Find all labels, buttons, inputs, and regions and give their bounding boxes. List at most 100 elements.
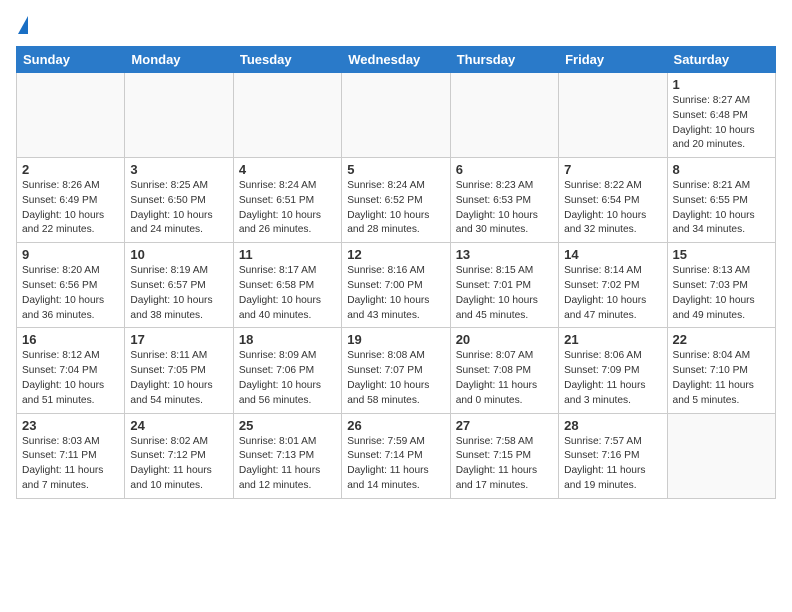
day-info: Sunrise: 8:23 AM Sunset: 6:53 PM Dayligh… bbox=[456, 179, 553, 238]
day-info: Sunrise: 7:57 AM Sunset: 7:16 PM Dayligh… bbox=[564, 435, 661, 494]
logo-triangle-icon bbox=[18, 16, 28, 34]
weekday-header-friday: Friday bbox=[559, 47, 667, 73]
day-number: 16 bbox=[22, 332, 119, 347]
calendar-cell: 23 Sunrise: 8:03 AM Sunset: 7:11 PM Dayli… bbox=[17, 413, 125, 498]
day-info: Sunrise: 8:12 AM Sunset: 7:04 PM Dayligh… bbox=[22, 349, 119, 408]
day-number: 25 bbox=[239, 418, 336, 433]
calendar-cell bbox=[342, 73, 450, 158]
day-info: Sunrise: 8:06 AM Sunset: 7:09 PM Dayligh… bbox=[564, 349, 661, 408]
day-number: 17 bbox=[130, 332, 227, 347]
day-info: Sunrise: 8:07 AM Sunset: 7:08 PM Dayligh… bbox=[456, 349, 553, 408]
calendar-cell: 27 Sunrise: 7:58 AM Sunset: 7:15 PM Dayli… bbox=[450, 413, 558, 498]
calendar-cell bbox=[450, 73, 558, 158]
day-number: 9 bbox=[22, 247, 119, 262]
weekday-header-saturday: Saturday bbox=[667, 47, 775, 73]
calendar-cell: 14 Sunrise: 8:14 AM Sunset: 7:02 PM Dayli… bbox=[559, 243, 667, 328]
day-number: 2 bbox=[22, 162, 119, 177]
day-info: Sunrise: 8:17 AM Sunset: 6:58 PM Dayligh… bbox=[239, 264, 336, 323]
weekday-header-tuesday: Tuesday bbox=[233, 47, 341, 73]
day-info: Sunrise: 8:20 AM Sunset: 6:56 PM Dayligh… bbox=[22, 264, 119, 323]
day-number: 20 bbox=[456, 332, 553, 347]
day-info: Sunrise: 8:21 AM Sunset: 6:55 PM Dayligh… bbox=[673, 179, 770, 238]
calendar-week-row-4: 16 Sunrise: 8:12 AM Sunset: 7:04 PM Dayli… bbox=[17, 328, 776, 413]
day-number: 27 bbox=[456, 418, 553, 433]
calendar-cell: 16 Sunrise: 8:12 AM Sunset: 7:04 PM Dayli… bbox=[17, 328, 125, 413]
calendar-week-row-3: 9 Sunrise: 8:20 AM Sunset: 6:56 PM Daylig… bbox=[17, 243, 776, 328]
calendar-cell: 10Sunrise: 8:19 AM Sunset: 6:57 PM Dayli… bbox=[125, 243, 233, 328]
day-number: 7 bbox=[564, 162, 661, 177]
day-number: 12 bbox=[347, 247, 444, 262]
day-number: 3 bbox=[130, 162, 227, 177]
calendar-cell bbox=[667, 413, 775, 498]
day-number: 11 bbox=[239, 247, 336, 262]
calendar-cell: 7 Sunrise: 8:22 AM Sunset: 6:54 PM Daylig… bbox=[559, 158, 667, 243]
calendar-cell: 8 Sunrise: 8:21 AM Sunset: 6:55 PM Daylig… bbox=[667, 158, 775, 243]
calendar-cell: 1 Sunrise: 8:27 AM Sunset: 6:48 PM Daylig… bbox=[667, 73, 775, 158]
day-info: Sunrise: 8:16 AM Sunset: 7:00 PM Dayligh… bbox=[347, 264, 444, 323]
day-number: 18 bbox=[239, 332, 336, 347]
day-info: Sunrise: 8:22 AM Sunset: 6:54 PM Dayligh… bbox=[564, 179, 661, 238]
calendar-cell bbox=[17, 73, 125, 158]
calendar-cell: 2 Sunrise: 8:26 AM Sunset: 6:49 PM Daylig… bbox=[17, 158, 125, 243]
calendar-header-row: SundayMondayTuesdayWednesdayThursdayFrid… bbox=[17, 47, 776, 73]
calendar-cell: 19Sunrise: 8:08 AM Sunset: 7:07 PM Dayli… bbox=[342, 328, 450, 413]
calendar-cell: 18 Sunrise: 8:09 AM Sunset: 7:06 PM Dayli… bbox=[233, 328, 341, 413]
day-info: Sunrise: 8:02 AM Sunset: 7:12 PM Dayligh… bbox=[130, 435, 227, 494]
weekday-header-sunday: Sunday bbox=[17, 47, 125, 73]
calendar-cell: 17 Sunrise: 8:11 AM Sunset: 7:05 PM Dayli… bbox=[125, 328, 233, 413]
day-number: 5 bbox=[347, 162, 444, 177]
logo bbox=[16, 16, 28, 36]
calendar-cell: 26 Sunrise: 7:59 AM Sunset: 7:14 PM Dayli… bbox=[342, 413, 450, 498]
calendar-cell: 13 Sunrise: 8:15 AM Sunset: 7:01 PM Dayli… bbox=[450, 243, 558, 328]
calendar-cell: 15 Sunrise: 8:13 AM Sunset: 7:03 PM Dayli… bbox=[667, 243, 775, 328]
weekday-header-monday: Monday bbox=[125, 47, 233, 73]
calendar-cell: 21 Sunrise: 8:06 AM Sunset: 7:09 PM Dayli… bbox=[559, 328, 667, 413]
day-number: 23 bbox=[22, 418, 119, 433]
day-info: Sunrise: 8:27 AM Sunset: 6:48 PM Dayligh… bbox=[673, 94, 770, 153]
calendar-week-row-1: 1 Sunrise: 8:27 AM Sunset: 6:48 PM Daylig… bbox=[17, 73, 776, 158]
day-info: Sunrise: 8:11 AM Sunset: 7:05 PM Dayligh… bbox=[130, 349, 227, 408]
day-info: Sunrise: 8:01 AM Sunset: 7:13 PM Dayligh… bbox=[239, 435, 336, 494]
calendar-cell: 12 Sunrise: 8:16 AM Sunset: 7:00 PM Dayli… bbox=[342, 243, 450, 328]
day-info: Sunrise: 7:58 AM Sunset: 7:15 PM Dayligh… bbox=[456, 435, 553, 494]
day-info: Sunrise: 8:04 AM Sunset: 7:10 PM Dayligh… bbox=[673, 349, 770, 408]
calendar-week-row-2: 2 Sunrise: 8:26 AM Sunset: 6:49 PM Daylig… bbox=[17, 158, 776, 243]
day-info: Sunrise: 8:08 AM Sunset: 7:07 PM Dayligh… bbox=[347, 349, 444, 408]
day-number: 15 bbox=[673, 247, 770, 262]
day-number: 26 bbox=[347, 418, 444, 433]
calendar-cell: 11 Sunrise: 8:17 AM Sunset: 6:58 PM Dayli… bbox=[233, 243, 341, 328]
page-header bbox=[16, 16, 776, 36]
calendar-cell: 3 Sunrise: 8:25 AM Sunset: 6:50 PM Daylig… bbox=[125, 158, 233, 243]
day-info: Sunrise: 8:26 AM Sunset: 6:49 PM Dayligh… bbox=[22, 179, 119, 238]
day-number: 22 bbox=[673, 332, 770, 347]
calendar-cell: 24Sunrise: 8:02 AM Sunset: 7:12 PM Dayli… bbox=[125, 413, 233, 498]
day-info: Sunrise: 8:25 AM Sunset: 6:50 PM Dayligh… bbox=[130, 179, 227, 238]
day-number: 10 bbox=[130, 247, 227, 262]
day-number: 8 bbox=[673, 162, 770, 177]
calendar-cell: 25 Sunrise: 8:01 AM Sunset: 7:13 PM Dayli… bbox=[233, 413, 341, 498]
calendar-cell: 22 Sunrise: 8:04 AM Sunset: 7:10 PM Dayli… bbox=[667, 328, 775, 413]
day-number: 4 bbox=[239, 162, 336, 177]
day-info: Sunrise: 7:59 AM Sunset: 7:14 PM Dayligh… bbox=[347, 435, 444, 494]
weekday-header-thursday: Thursday bbox=[450, 47, 558, 73]
day-info: Sunrise: 8:13 AM Sunset: 7:03 PM Dayligh… bbox=[673, 264, 770, 323]
day-info: Sunrise: 8:03 AM Sunset: 7:11 PM Dayligh… bbox=[22, 435, 119, 494]
day-info: Sunrise: 8:24 AM Sunset: 6:52 PM Dayligh… bbox=[347, 179, 444, 238]
day-info: Sunrise: 8:24 AM Sunset: 6:51 PM Dayligh… bbox=[239, 179, 336, 238]
day-info: Sunrise: 8:15 AM Sunset: 7:01 PM Dayligh… bbox=[456, 264, 553, 323]
day-number: 14 bbox=[564, 247, 661, 262]
calendar-cell bbox=[233, 73, 341, 158]
calendar-cell: 28 Sunrise: 7:57 AM Sunset: 7:16 PM Dayli… bbox=[559, 413, 667, 498]
weekday-header-wednesday: Wednesday bbox=[342, 47, 450, 73]
calendar-cell bbox=[125, 73, 233, 158]
day-number: 21 bbox=[564, 332, 661, 347]
calendar-cell: 5 Sunrise: 8:24 AM Sunset: 6:52 PM Daylig… bbox=[342, 158, 450, 243]
day-number: 1 bbox=[673, 77, 770, 92]
day-number: 13 bbox=[456, 247, 553, 262]
day-info: Sunrise: 8:09 AM Sunset: 7:06 PM Dayligh… bbox=[239, 349, 336, 408]
calendar-cell: 4 Sunrise: 8:24 AM Sunset: 6:51 PM Daylig… bbox=[233, 158, 341, 243]
calendar-week-row-5: 23 Sunrise: 8:03 AM Sunset: 7:11 PM Dayli… bbox=[17, 413, 776, 498]
calendar-cell: 9 Sunrise: 8:20 AM Sunset: 6:56 PM Daylig… bbox=[17, 243, 125, 328]
day-number: 28 bbox=[564, 418, 661, 433]
day-info: Sunrise: 8:14 AM Sunset: 7:02 PM Dayligh… bbox=[564, 264, 661, 323]
